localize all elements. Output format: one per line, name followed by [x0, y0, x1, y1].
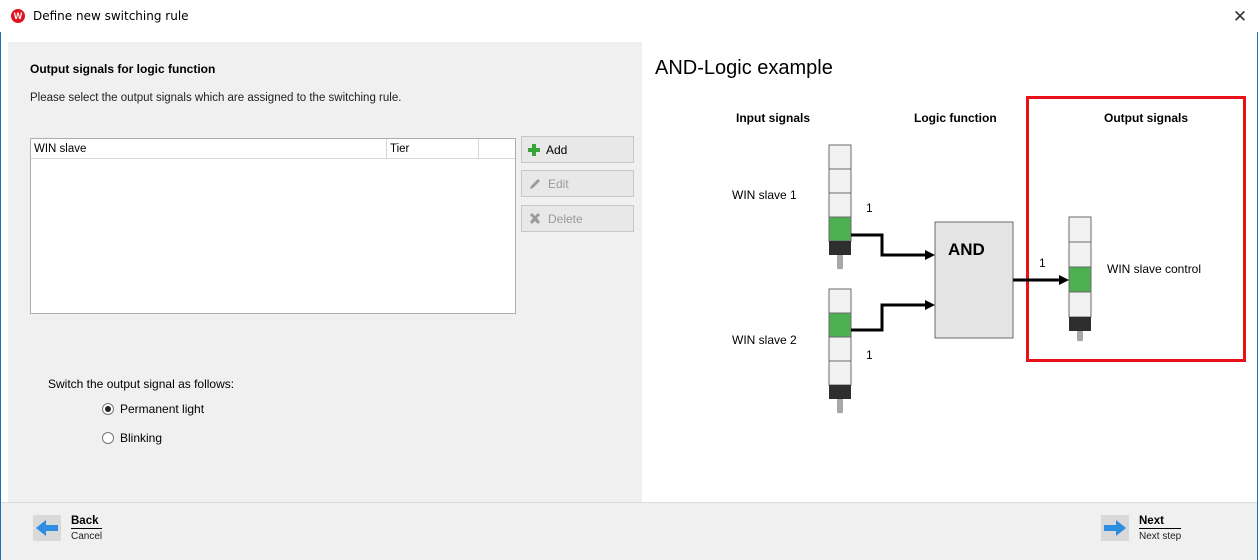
radio-blinking-label: Blinking: [120, 431, 163, 445]
radio-blinking-row[interactable]: Blinking: [102, 431, 162, 445]
radio-blinking[interactable]: [102, 432, 114, 444]
pencil-icon: [530, 178, 540, 189]
output-signals-table[interactable]: WIN slave Tier: [30, 138, 516, 314]
back-button[interactable]: Back Cancel: [33, 515, 103, 542]
column-header-tier[interactable]: Tier: [387, 139, 479, 159]
footer-bar: [1, 502, 1257, 560]
next-button[interactable]: Next Next step: [1101, 515, 1182, 542]
cancel-label[interactable]: Cancel: [71, 531, 102, 542]
signal-tower-2-icon: [828, 288, 852, 413]
next-label: Next: [1139, 515, 1182, 529]
delete-button-label: Delete: [548, 211, 583, 226]
delete-x-icon: [530, 212, 540, 224]
plus-icon: [528, 143, 540, 156]
title-bar: [0, 0, 1258, 32]
radio-permanent-light[interactable]: [102, 403, 114, 415]
connector-1: [851, 233, 927, 257]
input-2-label: WIN slave 2: [732, 333, 797, 347]
output-value: 1: [1039, 256, 1046, 270]
app-logo-icon: W: [11, 9, 25, 23]
diagram-title: AND-Logic example: [655, 57, 833, 79]
column-header-win-slave[interactable]: WIN slave: [31, 139, 387, 159]
heading-logic-function: Logic function: [914, 111, 997, 125]
heading-input-signals: Input signals: [736, 111, 811, 125]
input-1-value: 1: [866, 201, 873, 215]
section-title: Output signals for logic function: [30, 62, 216, 76]
input-1-label: WIN slave 1: [732, 188, 797, 202]
radio-permanent-light-label: Permanent light: [120, 402, 205, 416]
column-header-extra[interactable]: [479, 139, 515, 159]
window-title: Define new switching rule: [33, 9, 189, 23]
and-gate-label: AND: [948, 240, 985, 259]
output-label: WIN slave control: [1107, 262, 1202, 276]
connector-2: [851, 303, 927, 332]
edit-button[interactable]: Edit: [521, 170, 634, 197]
output-signal-tower-icon: [1068, 216, 1092, 341]
back-label: Back: [71, 515, 103, 529]
edit-button-label: Edit: [548, 176, 569, 191]
add-button-label: Add: [546, 142, 568, 157]
instructions-text: Please select the output signals which a…: [30, 92, 402, 104]
switch-mode-label: Switch the output signal as follows:: [48, 377, 235, 391]
input-2-value: 1: [866, 348, 873, 362]
next-step-label: Next step: [1139, 531, 1182, 542]
back-arrow-icon: [33, 515, 61, 541]
next-arrow-icon: [1101, 515, 1129, 541]
add-button[interactable]: Add: [521, 136, 634, 163]
and-logic-diagram: [828, 144, 1092, 413]
delete-button[interactable]: Delete: [521, 205, 634, 232]
close-icon[interactable]: ✕: [1228, 6, 1252, 28]
signal-tower-1-icon: [828, 144, 852, 269]
radio-permanent-light-row[interactable]: Permanent light: [102, 402, 204, 416]
